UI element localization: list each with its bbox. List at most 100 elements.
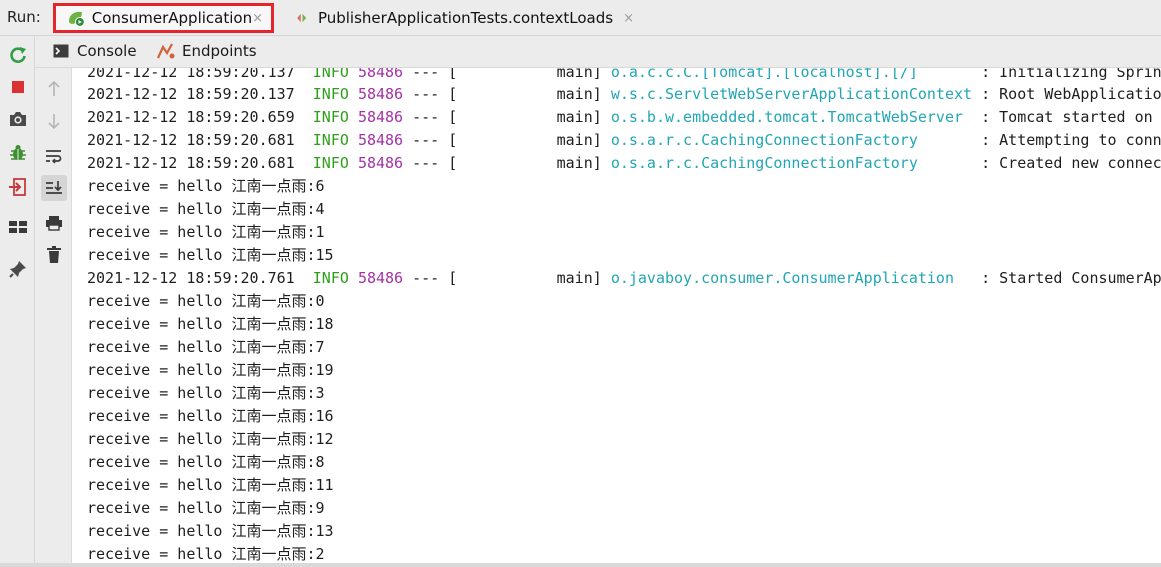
soft-wrap-button[interactable] — [41, 143, 67, 169]
debug-button[interactable] — [7, 142, 29, 164]
stdout-line: receive = hello 江南一点雨:8 — [87, 453, 325, 471]
log-logger: o.a.c.c.C.[Tomcat].[localhost].[/] — [610, 68, 973, 81]
tab-console[interactable]: Console — [53, 42, 137, 60]
stdout-line: receive = hello 江南一点雨:18 — [87, 315, 334, 333]
stdout-line: receive = hello 江南一点雨:3 — [87, 384, 325, 402]
exit-icon — [9, 178, 26, 196]
log-timestamp: 2021-12-12 18:59:20.659 — [87, 108, 295, 126]
run-tab-bar: Run: ConsumerApplication × PublisherAppl… — [0, 0, 1161, 36]
log-thread: [ main] — [448, 269, 602, 287]
log-timestamp: 2021-12-12 18:59:20.137 — [87, 68, 295, 81]
log-pid: 58486 — [357, 154, 404, 172]
log-logger: o.javaboy.consumer.ConsumerApplication — [610, 269, 973, 287]
log-message: : Created new connect — [981, 154, 1161, 172]
log-pid: 58486 — [357, 108, 404, 126]
arrow-down-icon — [48, 114, 60, 130]
log-pid: 58486 — [357, 131, 404, 149]
test-run-icon — [297, 13, 307, 23]
panel-bottom-border — [0, 563, 1161, 567]
log-thread: [ main] — [448, 154, 602, 172]
log-line: 2021-12-12 18:59:20.681 INFO 58486 --- [… — [87, 152, 1161, 175]
spring-boot-run-icon — [68, 11, 85, 27]
console-output[interactable]: 2021-12-12 18:59:20.137 INFO 58486 --- [… — [72, 68, 1161, 567]
close-icon[interactable]: × — [623, 11, 634, 26]
log-separator: --- — [412, 68, 440, 81]
log-message: : Tomcat started on p — [981, 108, 1161, 126]
log-line: 2021-12-12 18:59:20.137 INFO 58486 --- [… — [87, 83, 1161, 106]
scroll-to-end-button[interactable] — [41, 175, 67, 201]
scroll-down-button[interactable] — [41, 108, 67, 134]
camera-icon — [10, 112, 26, 126]
tab-label: Endpoints — [182, 42, 257, 60]
log-logger: o.s.b.w.embedded.tomcat.TomcatWebServer — [610, 108, 973, 126]
log-level: INFO — [312, 154, 349, 172]
endpoints-icon — [156, 43, 175, 59]
log-level: INFO — [312, 108, 349, 126]
log-level: INFO — [312, 131, 349, 149]
log-message: : Initializing Spring — [981, 68, 1161, 81]
stop-icon — [12, 81, 24, 93]
clear-all-button[interactable] — [41, 242, 67, 268]
run-toolbar — [0, 36, 35, 567]
log-level: INFO — [312, 85, 349, 103]
trash-icon — [47, 246, 61, 263]
console-toolbar — [35, 68, 72, 567]
log-separator: --- — [412, 108, 440, 126]
log-separator: --- — [412, 154, 440, 172]
log-timestamp: 2021-12-12 18:59:20.137 — [87, 85, 295, 103]
tab-consumer-application[interactable]: ConsumerApplication × — [53, 3, 274, 33]
stdout-line: receive = hello 江南一点雨:7 — [87, 338, 325, 356]
tab-publisher-tests[interactable]: PublisherApplicationTests.contextLoads × — [292, 3, 642, 33]
log-timestamp: 2021-12-12 18:59:20.681 — [87, 131, 295, 149]
log-pid: 58486 — [357, 85, 404, 103]
stdout-line: receive = hello 江南一点雨:0 — [87, 292, 325, 310]
camera-button[interactable] — [7, 108, 29, 130]
log-line: 2021-12-12 18:59:20.137 INFO 58486 --- [… — [87, 68, 1161, 84]
tab-label: ConsumerApplication — [91, 9, 253, 27]
log-separator: --- — [412, 131, 440, 149]
run-label: Run: — [7, 8, 41, 26]
stdout-line: receive = hello 江南一点雨:11 — [87, 476, 334, 494]
log-line: 2021-12-12 18:59:20.681 INFO 58486 --- [… — [87, 129, 1161, 152]
stdout-line: receive = hello 江南一点雨:4 — [87, 200, 325, 218]
log-thread: [ main] — [448, 68, 602, 81]
rerun-button[interactable] — [7, 44, 29, 66]
stdout-line: receive = hello 江南一点雨:6 — [87, 177, 325, 195]
print-button[interactable] — [41, 210, 67, 236]
bug-icon — [10, 145, 26, 160]
soft-wrap-icon — [46, 150, 62, 164]
tab-label: Console — [77, 42, 137, 60]
log-logger: o.s.a.r.c.CachingConnectionFactory — [610, 131, 973, 149]
log-separator: --- — [412, 269, 440, 287]
log-timestamp: 2021-12-12 18:59:20.681 — [87, 154, 295, 172]
scroll-up-button[interactable] — [41, 76, 67, 102]
layout-button[interactable] — [7, 216, 29, 238]
log-pid: 58486 — [357, 269, 404, 287]
console-icon — [53, 44, 69, 58]
printer-icon — [46, 216, 62, 231]
log-message: : Attempting to conne — [981, 131, 1161, 149]
arrow-up-icon — [48, 80, 60, 96]
stop-button[interactable] — [7, 76, 29, 98]
log-thread: [ main] — [448, 131, 602, 149]
log-message: : Started ConsumerApp — [981, 269, 1161, 287]
tab-endpoints[interactable]: Endpoints — [156, 42, 257, 60]
log-separator: --- — [412, 85, 440, 103]
log-level: INFO — [312, 68, 349, 81]
log-thread: [ main] — [448, 85, 602, 103]
log-line: 2021-12-12 18:59:20.659 INFO 58486 --- [… — [87, 106, 1161, 129]
stdout-line: receive = hello 江南一点雨:16 — [87, 407, 334, 425]
log-pid: 58486 — [357, 68, 404, 81]
log-logger: w.s.c.ServletWebServerApplicationContext — [610, 85, 973, 103]
scroll-to-end-icon — [46, 181, 62, 194]
log-message: : Root WebApplication — [981, 85, 1161, 103]
pin-tab-button[interactable] — [7, 258, 29, 280]
stdout-line: receive = hello 江南一点雨:9 — [87, 499, 325, 517]
stdout-line: receive = hello 江南一点雨:15 — [87, 246, 334, 264]
log-level: INFO — [312, 269, 349, 287]
restore-layout-button[interactable] — [7, 176, 29, 198]
log-line: 2021-12-12 18:59:20.761 INFO 58486 --- [… — [87, 267, 1161, 290]
close-icon[interactable]: × — [252, 11, 263, 26]
stdout-line: receive = hello 江南一点雨:19 — [87, 361, 334, 379]
tab-label: PublisherApplicationTests.contextLoads — [317, 9, 614, 27]
